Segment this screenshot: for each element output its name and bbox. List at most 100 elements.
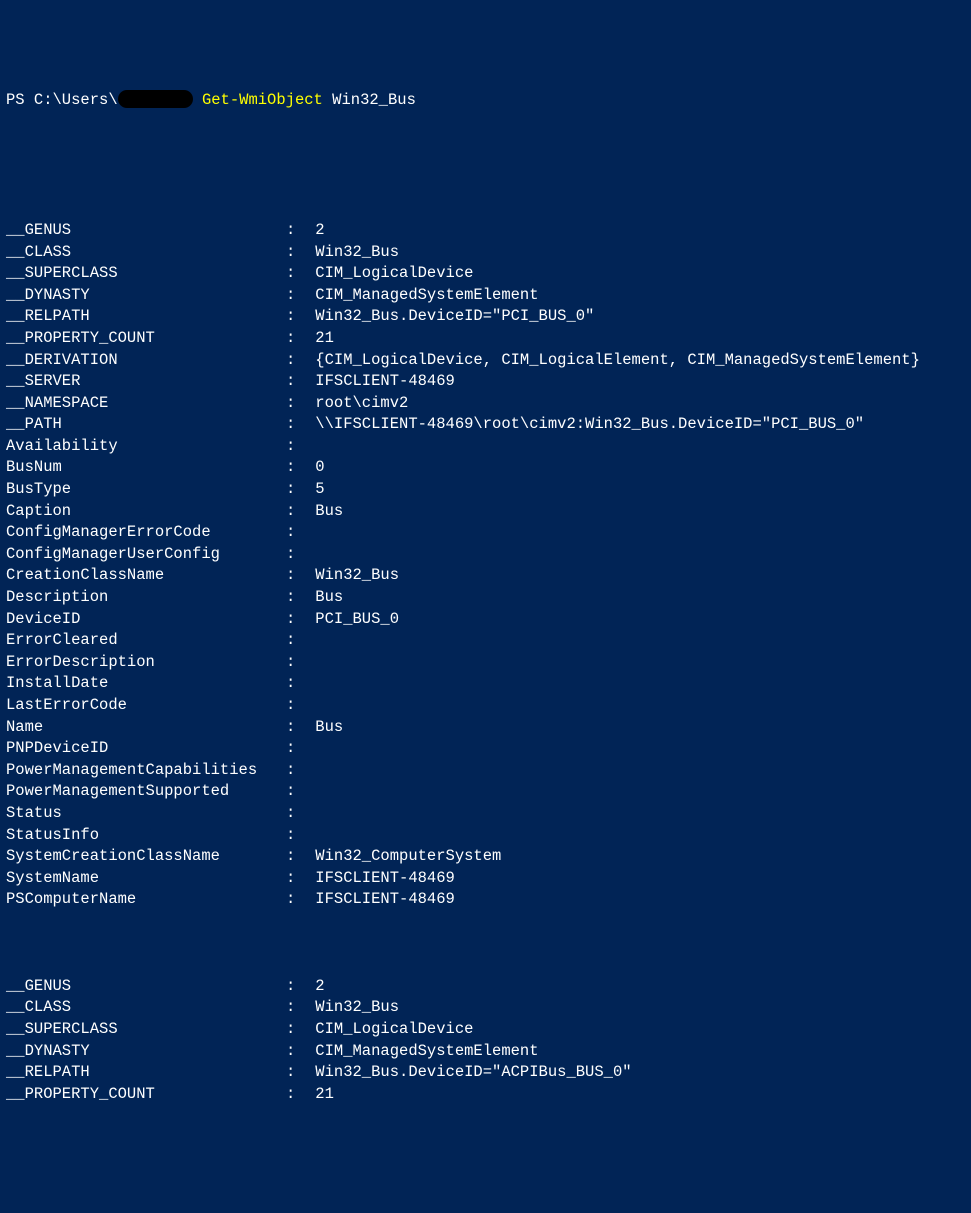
property-separator: : [286,522,306,544]
property-separator: : [286,263,306,285]
property-value [306,673,965,695]
property-row: ErrorDescription: [6,652,965,674]
property-separator: : [286,781,306,803]
property-key: Availability [6,436,286,458]
property-separator: : [286,997,306,1019]
property-value [306,825,965,847]
property-key: __NAMESPACE [6,393,286,415]
property-key: PowerManagementSupported [6,781,286,803]
property-key: __SUPERCLASS [6,263,286,285]
property-key: DeviceID [6,609,286,631]
property-row: SystemCreationClassName: Win32_ComputerS… [6,846,965,868]
property-key: BusType [6,479,286,501]
property-separator: : [286,242,306,264]
property-value [306,781,965,803]
property-value [306,522,965,544]
property-value: Bus [306,587,965,609]
property-value [306,436,965,458]
property-key: PSComputerName [6,889,286,911]
property-key: InstallDate [6,673,286,695]
property-row: StatusInfo: [6,825,965,847]
property-separator: : [286,868,306,890]
property-value: 21 [306,328,965,350]
property-separator: : [286,652,306,674]
property-separator: : [286,1084,306,1106]
redacted-username [118,90,193,108]
property-separator: : [286,825,306,847]
property-separator: : [286,673,306,695]
property-key: __DERIVATION [6,350,286,372]
property-row: BusType: 5 [6,479,965,501]
property-separator: : [286,609,306,631]
blank-line [6,134,965,156]
property-value: 2 [306,220,965,242]
output-block-2: __GENUS: 2__CLASS: Win32_Bus__SUPERCLASS… [6,976,965,1106]
property-row: PNPDeviceID: [6,738,965,760]
property-separator: : [286,328,306,350]
property-key: ConfigManagerUserConfig [6,544,286,566]
property-value [306,544,965,566]
property-row: LastErrorCode: [6,695,965,717]
property-separator: : [286,803,306,825]
property-value: Win32_Bus.DeviceID="PCI_BUS_0" [306,306,965,328]
property-key: __CLASS [6,242,286,264]
property-value: {CIM_LogicalDevice, CIM_LogicalElement, … [306,350,965,372]
property-row: __RELPATH: Win32_Bus.DeviceID="ACPIBus_B… [6,1062,965,1084]
property-separator: : [286,1019,306,1041]
property-key: Description [6,587,286,609]
property-row: PowerManagementSupported: [6,781,965,803]
property-row: __PATH: \\IFSCLIENT-48469\root\cimv2:Win… [6,414,965,436]
property-row: ConfigManagerErrorCode: [6,522,965,544]
property-separator: : [286,501,306,523]
property-key: __DYNASTY [6,285,286,307]
property-separator: : [286,976,306,998]
property-separator: : [286,306,306,328]
property-value: root\cimv2 [306,393,965,415]
property-separator: : [286,630,306,652]
property-row: __SUPERCLASS: CIM_LogicalDevice [6,1019,965,1041]
property-value: Win32_Bus [306,997,965,1019]
property-row: ErrorCleared: [6,630,965,652]
prompt-line[interactable]: PS C:\Users\ Get-WmiObject Win32_Bus [6,90,965,112]
property-value: CIM_ManagedSystemElement [306,1041,965,1063]
property-row: __DYNASTY: CIM_ManagedSystemElement [6,1041,965,1063]
prompt-space [193,90,202,112]
property-row: Availability: [6,436,965,458]
property-row: __DERIVATION: {CIM_LogicalDevice, CIM_Lo… [6,350,965,372]
output-block-1: __GENUS: 2 __CLASS: Win32_Bus __SUPERCLASS… [6,220,965,911]
property-key: LastErrorCode [6,695,286,717]
property-value [306,652,965,674]
property-value: CIM_LogicalDevice [306,263,965,285]
property-row: __RELPATH: Win32_Bus.DeviceID="PCI_BUS_0… [6,306,965,328]
property-separator: : [286,565,306,587]
property-separator: : [286,220,306,242]
property-row: DeviceID: PCI_BUS_0 [6,609,965,631]
property-key: __DYNASTY [6,1041,286,1063]
property-value: 2 [306,976,965,998]
property-key: SystemName [6,868,286,890]
property-row: __PROPERTY_COUNT: 21 [6,1084,965,1106]
property-value [306,695,965,717]
property-row: Description: Bus [6,587,965,609]
property-row: BusNum: 0 [6,457,965,479]
property-value: 21 [306,1084,965,1106]
property-value: Win32_Bus [306,565,965,587]
property-value: Bus [306,717,965,739]
property-key: __PROPERTY_COUNT [6,1084,286,1106]
prompt-ps: PS [6,90,34,112]
property-separator: : [286,846,306,868]
property-row: Name: Bus [6,717,965,739]
property-value: IFSCLIENT-48469 [306,889,965,911]
property-value: CIM_LogicalDevice [306,1019,965,1041]
property-row: __SUPERCLASS: CIM_LogicalDevice [6,263,965,285]
property-value [306,760,965,782]
property-separator: : [286,350,306,372]
property-separator: : [286,414,306,436]
property-key: __GENUS [6,220,286,242]
property-row: InstallDate: [6,673,965,695]
property-key: BusNum [6,457,286,479]
property-separator: : [286,738,306,760]
property-separator: : [286,587,306,609]
property-value: IFSCLIENT-48469 [306,371,965,393]
property-row: Status: [6,803,965,825]
